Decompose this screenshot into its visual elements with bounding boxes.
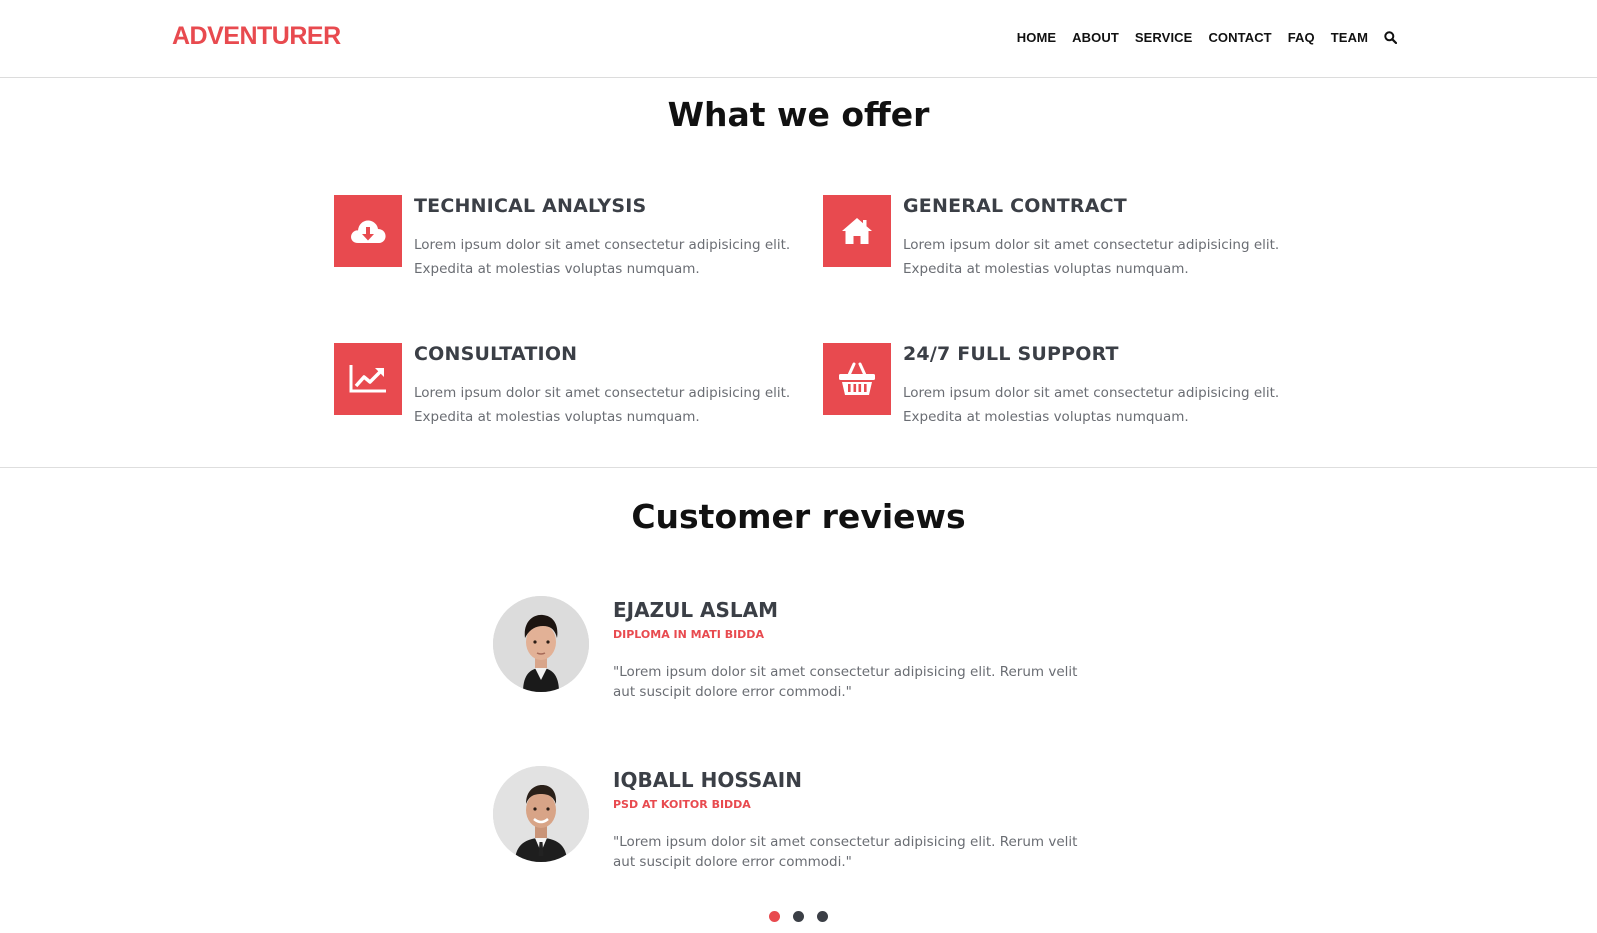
- offer-heading: GENERAL CONTRACT: [903, 195, 1127, 217]
- review-quote: "Lorem ipsum dolor sit amet consectetur …: [613, 834, 1078, 870]
- nav-contact[interactable]: CONTACT: [1200, 30, 1279, 45]
- line-chart-icon: [334, 343, 402, 415]
- offer-item-consultation: CONSULTATION Lorem ipsum dolor sit amet …: [334, 343, 790, 433]
- review-role: PSD AT KOITOR BIDDA: [613, 798, 751, 811]
- offer-item-technical-analysis: TECHNICAL ANALYSIS Lorem ipsum dolor sit…: [334, 195, 790, 285]
- main-nav: HOME ABOUT SERVICE CONTACT FAQ TEAM: [1009, 30, 1397, 45]
- offer-text: Lorem ipsum dolor sit amet consectetur a…: [903, 385, 1280, 425]
- offer-item-general-contract: GENERAL CONTRACT Lorem ipsum dolor sit a…: [823, 195, 1279, 285]
- nav-faq[interactable]: FAQ: [1280, 30, 1323, 45]
- offer-heading: TECHNICAL ANALYSIS: [414, 195, 647, 217]
- avatar: [493, 596, 589, 692]
- cloud-download-icon: [334, 195, 402, 267]
- site-logo[interactable]: ADVENTURER: [172, 22, 341, 51]
- search-icon[interactable]: [1376, 31, 1397, 44]
- carousel-dot-3[interactable]: [817, 911, 828, 922]
- offer-item-full-support: 24/7 FULL SUPPORT Lorem ipsum dolor sit …: [823, 343, 1279, 433]
- offer-section-title: What we offer: [667, 95, 930, 134]
- review-role: DIPLOMA IN MATI BIDDA: [613, 628, 764, 641]
- review-name: IQBALL HOSSAIN: [613, 768, 802, 792]
- home-icon: [823, 195, 891, 267]
- nav-home[interactable]: HOME: [1009, 30, 1064, 45]
- review-item: IQBALL HOSSAIN PSD AT KOITOR BIDDA "Lore…: [493, 766, 1113, 870]
- nav-service[interactable]: SERVICE: [1127, 30, 1201, 45]
- review-name: EJAZUL ASLAM: [613, 598, 779, 622]
- offer-text: Lorem ipsum dolor sit amet consectetur a…: [414, 385, 791, 425]
- carousel-dot-1[interactable]: [769, 911, 780, 922]
- basket-icon: [823, 343, 891, 415]
- review-item: EJAZUL ASLAM DIPLOMA IN MATI BIDDA "Lore…: [493, 596, 1113, 700]
- carousel-pagination: [0, 911, 1597, 922]
- offer-text: Lorem ipsum dolor sit amet consectetur a…: [903, 237, 1280, 277]
- nav-team[interactable]: TEAM: [1323, 30, 1376, 45]
- reviews-section-title: Customer reviews: [631, 497, 966, 536]
- site-header: ADVENTURER HOME ABOUT SERVICE CONTACT FA…: [0, 0, 1597, 78]
- offer-heading: 24/7 FULL SUPPORT: [903, 343, 1119, 365]
- nav-about[interactable]: ABOUT: [1064, 30, 1127, 45]
- offer-heading: CONSULTATION: [414, 343, 578, 365]
- review-quote: "Lorem ipsum dolor sit amet consectetur …: [613, 664, 1078, 700]
- section-divider: [0, 467, 1597, 468]
- carousel-dot-2[interactable]: [793, 911, 804, 922]
- avatar: [493, 766, 589, 862]
- offer-text: Lorem ipsum dolor sit amet consectetur a…: [414, 237, 791, 277]
